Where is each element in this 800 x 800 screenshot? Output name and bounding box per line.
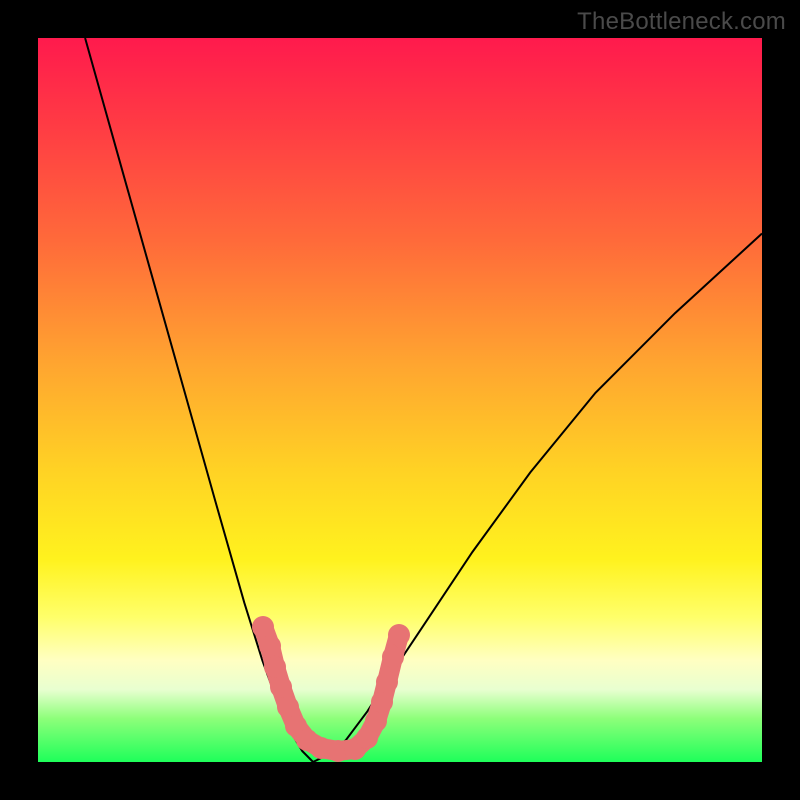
valley-marker-dot	[382, 646, 404, 668]
valley-marker-dot	[365, 710, 387, 732]
valley-marker-dot	[264, 656, 286, 678]
valley-marker-dot	[252, 616, 274, 638]
valley-marker-dot	[259, 635, 281, 657]
watermark-text: TheBottleneck.com	[577, 8, 786, 36]
valley-marker-dot	[371, 691, 393, 713]
chart-frame: TheBottleneck.com	[0, 0, 800, 800]
valley-marker-dot	[388, 624, 410, 646]
valley-marker-dot	[376, 671, 398, 693]
valley-marker-dot	[277, 696, 299, 718]
valley-marker-dot	[270, 676, 292, 698]
chart-svg	[38, 38, 762, 762]
